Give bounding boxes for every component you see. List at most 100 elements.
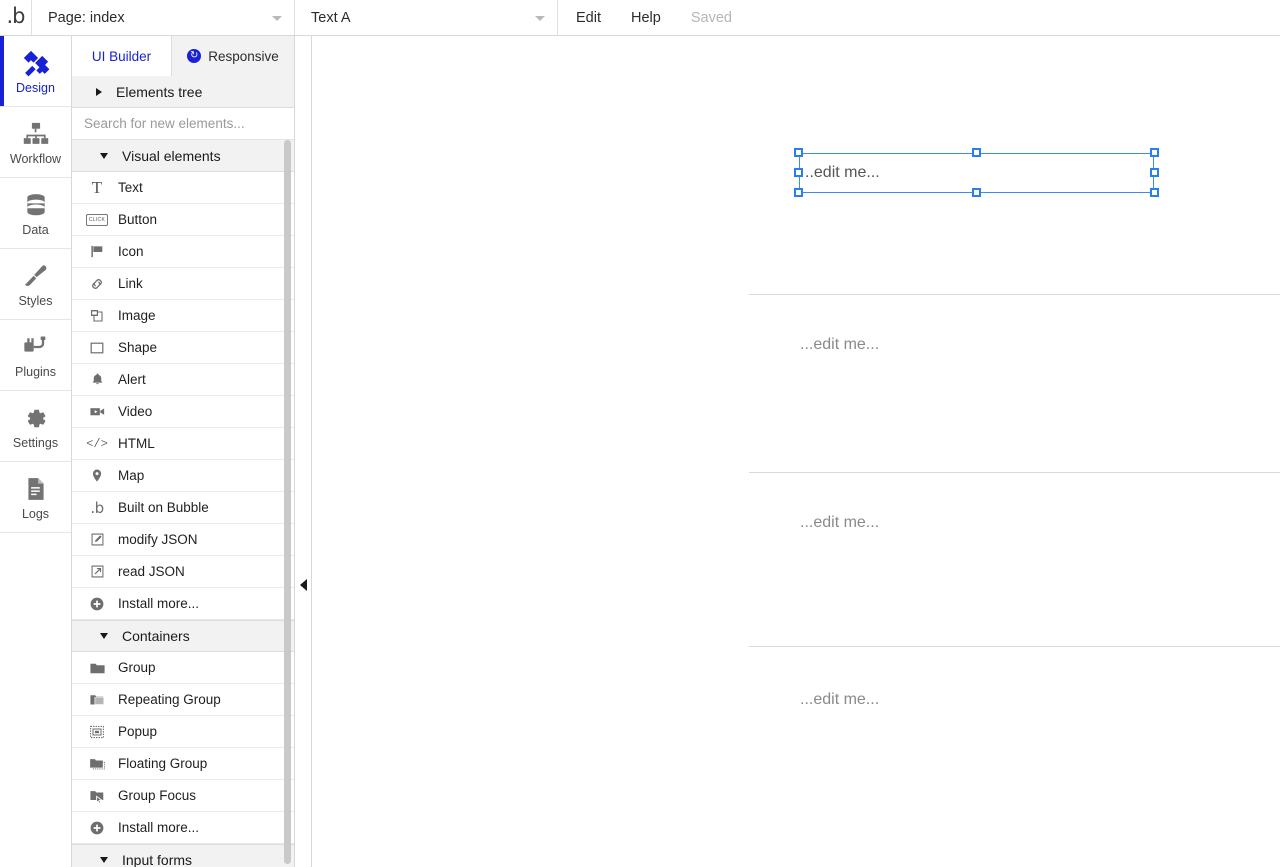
resize-handle-bottom-left[interactable] [794, 188, 803, 197]
chain-link-icon [84, 276, 110, 292]
section-header-containers[interactable]: Containers [72, 620, 294, 652]
rail-item-label: Workflow [9, 152, 62, 167]
element-label: HTML [118, 436, 155, 451]
element-label: Button [118, 212, 158, 227]
canvas-text-element[interactable]: ...edit me... [800, 514, 879, 532]
resize-handle-top-right[interactable] [1150, 148, 1159, 157]
bubble-logo-icon: .b [6, 4, 25, 28]
edit-menu-item[interactable]: Edit [576, 10, 601, 26]
element-item-image[interactable]: Image [72, 300, 294, 332]
plug-icon [22, 331, 50, 363]
element-item-map[interactable]: Map [72, 460, 294, 492]
element-item-repeating-group[interactable]: Repeating Group [72, 684, 294, 716]
rail-item-label: Data [22, 223, 49, 238]
design-canvas[interactable]: ...edit me... ...edit me... ...edit me..… [311, 36, 1280, 867]
element-selector-dropdown[interactable]: Text A [295, 0, 558, 35]
rail-item-workflow[interactable]: Workflow [0, 107, 71, 178]
folders-stack-icon [84, 692, 110, 708]
element-selector-label: Text A [311, 9, 351, 26]
element-label: Link [118, 276, 143, 291]
rail-item-logs[interactable]: Logs [0, 462, 71, 533]
element-item-icon[interactable]: Icon [72, 236, 294, 268]
selected-text-element[interactable]: ..edit me... [794, 148, 1159, 197]
canvas-text-element[interactable]: ...edit me... [800, 691, 879, 709]
element-item-html[interactable]: </> HTML [72, 428, 294, 460]
rail-item-label: Styles [18, 294, 53, 309]
section-header-input-forms[interactable]: Input forms [72, 844, 294, 867]
elements-tree-header[interactable]: Elements tree [72, 76, 294, 108]
element-item-shape[interactable]: Shape [72, 332, 294, 364]
canvas-text-element[interactable]: ...edit me... [800, 336, 879, 354]
tab-ui-builder[interactable]: UI Builder [72, 36, 172, 76]
resize-handle-bottom-center[interactable] [972, 188, 981, 197]
rail-item-settings[interactable]: Settings [0, 391, 71, 462]
rail-item-styles[interactable]: Styles [0, 249, 71, 320]
element-label: Alert [118, 372, 146, 387]
folder-cursor-icon [84, 788, 110, 804]
element-item-alert[interactable]: Alert [72, 364, 294, 396]
panel-tab-bar: UI Builder ↻ Responsive [72, 36, 294, 76]
rail-item-label: Settings [12, 436, 59, 451]
section-title: Containers [122, 628, 190, 644]
element-item-group[interactable]: Group [72, 652, 294, 684]
element-item-text[interactable]: T Text [72, 172, 294, 204]
page-selector-dropdown[interactable]: Page: index [32, 0, 295, 35]
resize-handle-top-left[interactable] [794, 148, 803, 157]
folder-icon [84, 660, 110, 676]
element-label: Image [118, 308, 156, 323]
elements-scroll-area: Visual elements T Text CLICK Button Icon… [72, 140, 294, 867]
rail-item-design[interactable]: Design [0, 36, 71, 107]
search-input[interactable] [84, 116, 294, 131]
sync-circle-icon: ↻ [187, 49, 202, 63]
element-label: Install more... [118, 820, 200, 835]
chevron-down-icon [100, 152, 108, 159]
bubble-logo[interactable]: .b [0, 0, 32, 35]
element-item-built-on-bubble[interactable]: .b Built on Bubble [72, 492, 294, 524]
element-item-button[interactable]: CLICK Button [72, 204, 294, 236]
element-label: Built on Bubble [118, 500, 209, 515]
element-item-modify-json[interactable]: modify JSON [72, 524, 294, 556]
plus-circle-icon [84, 596, 110, 612]
pencil-square-icon [84, 532, 110, 547]
chevron-down-icon [272, 15, 282, 21]
element-item-install-more-containers[interactable]: Install more... [72, 812, 294, 844]
resize-handle-top-center[interactable] [972, 148, 981, 157]
resize-handle-middle-right[interactable] [1150, 168, 1159, 177]
help-menu-item[interactable]: Help [631, 10, 661, 26]
workflow-hierarchy-icon [22, 118, 50, 150]
resize-handle-bottom-right[interactable] [1150, 188, 1159, 197]
element-item-floating-group[interactable]: Floating Group [72, 748, 294, 780]
element-label: Install more... [118, 596, 200, 611]
design-tools-icon [21, 47, 51, 79]
rail-item-data[interactable]: Data [0, 178, 71, 249]
top-menu: Edit Help Saved [558, 0, 732, 35]
chevron-right-icon [96, 87, 102, 96]
element-label: Repeating Group [118, 692, 221, 707]
popup-window-icon [84, 724, 110, 740]
panel-collapse-handle[interactable] [296, 571, 310, 599]
selected-element-text: ..edit me... [805, 164, 880, 181]
canvas-divider [749, 294, 1280, 295]
tab-responsive[interactable]: ↻ Responsive [172, 36, 294, 76]
click-button-icon: CLICK [84, 213, 110, 226]
section-header-visual-elements[interactable]: Visual elements [72, 140, 294, 172]
element-item-link[interactable]: Link [72, 268, 294, 300]
element-label: Shape [118, 340, 158, 355]
database-icon [23, 189, 49, 221]
element-item-video[interactable]: Video [72, 396, 294, 428]
external-link-square-icon [84, 564, 110, 579]
search-row[interactable] [72, 108, 294, 140]
element-label: Video [118, 404, 153, 419]
panel-scrollbar-thumb[interactable] [284, 140, 291, 864]
tab-label: UI Builder [91, 48, 152, 64]
section-title: Input forms [122, 852, 193, 867]
gear-icon [22, 402, 49, 434]
map-pin-icon [84, 468, 110, 483]
resize-handle-middle-left[interactable] [794, 168, 803, 177]
element-item-install-more-visual[interactable]: Install more... [72, 588, 294, 620]
rail-item-plugins[interactable]: Plugins [0, 320, 71, 391]
element-item-read-json[interactable]: read JSON [72, 556, 294, 588]
element-item-popup[interactable]: Popup [72, 716, 294, 748]
element-item-group-focus[interactable]: Group Focus [72, 780, 294, 812]
saved-status-label: Saved [690, 9, 732, 26]
